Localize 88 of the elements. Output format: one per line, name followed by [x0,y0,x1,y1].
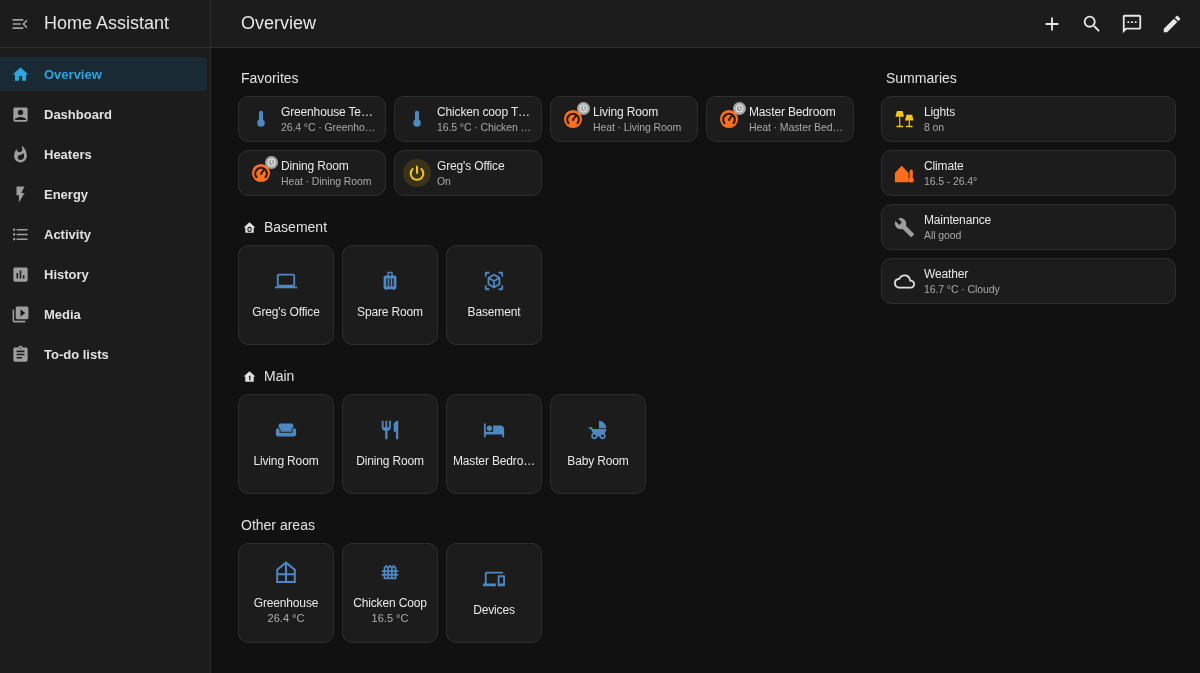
area-name: Baby Room [567,453,629,469]
section-heading: Main [264,368,295,384]
area-name: Basement [467,304,521,320]
stroller-icon [587,419,609,441]
area-name: Master Bedro… [452,453,536,469]
sidebar-item[interactable]: To-do lists [0,337,207,371]
area-name: Living Room [253,453,319,469]
thermostat-icon [563,109,583,129]
cube-icon [483,270,505,292]
page-title: Overview [241,13,316,34]
home-icon [11,64,30,84]
summary-title: Maintenance [924,211,992,228]
area-reading: 26.4 °C [267,610,305,626]
lamps-icon [893,108,915,130]
summary-card[interactable]: Lights 8 on [881,96,1176,142]
area-card[interactable]: Living Room [238,394,334,494]
summary-state: 16.7 °C · Cloudy [924,281,1000,297]
area-name: Greg's Office [252,304,320,320]
cutlery-icon [379,419,401,441]
entity-tile[interactable]: Greg's Office On [394,150,542,196]
tile-name: Master Bedroom [749,103,837,120]
area-card[interactable]: Basement [446,245,542,345]
summary-card[interactable]: Maintenance All good [881,204,1176,250]
entity-tile[interactable]: Living Room Heat · Living Room [550,96,698,142]
summary-card[interactable]: Weather 16.7 °C · Cloudy [881,258,1176,304]
summary-state: 16.5 - 26.4° [924,173,978,189]
tile-name: Dining Room [281,157,350,174]
summary-title: Climate [924,157,965,174]
tile-state: 26.4 °C · Greenho… [281,119,376,135]
tile-name: Greg's Office [437,157,505,174]
section-heading: Favorites [241,70,299,86]
area-card[interactable]: Greg's Office [238,245,334,345]
tile-state: Heat · Master Bed… [749,119,843,135]
area-card[interactable]: Dining Room [342,394,438,494]
tile-state: Heat · Living Room [593,119,682,135]
sidebar-item[interactable]: Dashboard [0,97,207,131]
summary-card[interactable]: Climate 16.5 - 26.4° [881,150,1176,196]
wrench-icon [893,216,915,238]
summary-state: 8 on [924,119,946,135]
area-card[interactable]: Devices [446,543,542,643]
entity-tile[interactable]: Chicken coop T… 16.5 °C · Chicken … [394,96,542,142]
area-name: Devices [473,602,515,618]
area-name: Chicken Coop [353,594,427,611]
entity-tile[interactable]: Master Bedroom Heat · Master Bed… [706,96,854,142]
thermostat-icon [251,163,271,183]
section-heading: Other areas [241,517,315,533]
sidebar-item[interactable]: Media [0,297,207,331]
sidebar-item[interactable]: History [0,257,207,291]
tile-state: Heat · Dining Room [281,173,372,189]
home-floor-icon [243,220,256,234]
section-heading: Basement [264,219,328,235]
sidebar-item[interactable]: Energy [0,177,207,211]
tile-name: Chicken coop T… [437,103,531,120]
thermostat-icon [719,109,739,129]
sidebar-item[interactable]: Activity [0,217,207,251]
sidebar-item[interactable]: Heaters [0,137,207,171]
chat-bubble-icon [1121,12,1143,35]
home-floor-icon [243,369,256,383]
entity-tile[interactable]: Dining Room Heat · Dining Room [238,150,386,196]
tile-state: On [437,173,452,189]
summary-title: Lights [924,103,956,120]
app-title: Home Assistant [44,13,170,34]
area-name: Greenhouse [253,594,319,611]
summary-state: All good [924,227,963,243]
area-name: Spare Room [357,304,423,320]
area-card[interactable]: Master Bedro… [446,394,542,494]
area-card[interactable]: Baby Room [550,394,646,494]
area-card[interactable]: Spare Room [342,245,438,345]
flame-icon [11,144,30,164]
area-card[interactable]: Greenhouse 26.4 °C [238,543,334,643]
clipboard-icon [11,344,30,364]
section-heading: Summaries [886,70,957,86]
summary-title: Weather [924,265,970,282]
tile-name: Living Room [593,103,660,120]
clock-badge-icon [733,102,746,115]
clock-badge-icon [577,102,590,115]
area-name: Dining Room [356,453,424,469]
greenhouse-icon [275,560,297,583]
video-library-icon [11,304,30,324]
clock-badge-icon [265,156,278,169]
area-card[interactable]: Chicken Coop 16.5 °C [342,543,438,643]
entity-tile[interactable]: Greenhouse Te… 26.4 °C · Greenho… [238,96,386,142]
person-card-icon [11,104,30,124]
bar-chart-icon [11,264,30,284]
area-reading: 16.5 °C [371,610,409,626]
sidebar-item[interactable]: Overview [0,57,207,91]
tile-state: 16.5 °C · Chicken … [437,119,531,135]
tile-name: Greenhouse Te… [281,103,374,120]
